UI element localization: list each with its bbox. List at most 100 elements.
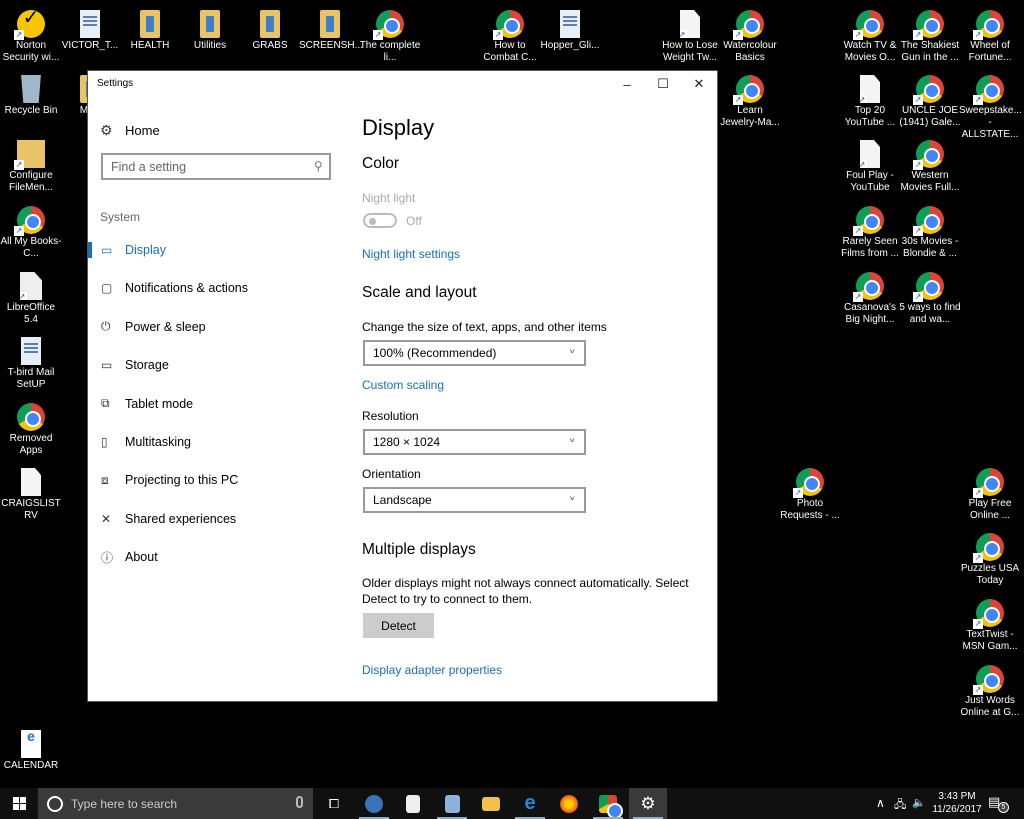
desktop-icon[interactable]: Removed Apps bbox=[0, 398, 62, 457]
display-adapter-link[interactable]: Display adapter properties bbox=[362, 663, 502, 677]
taskbar-app-file-explorer[interactable] bbox=[472, 788, 510, 819]
desktop-icon[interactable]: The Shakiest Gun in the ... bbox=[899, 5, 961, 64]
multiple-displays-heading: Multiple displays bbox=[362, 541, 476, 558]
chrome-icon bbox=[853, 206, 884, 236]
resolution-dropdown[interactable]: 1280 × 1024 ∨ bbox=[363, 429, 586, 455]
chrome-icon bbox=[913, 75, 944, 105]
nav-item-power-sleep[interactable]: ⏻ Power & sleep bbox=[88, 308, 348, 346]
about-icon: ⓘ bbox=[101, 550, 114, 565]
desktop-icon[interactable]: LibreOffice 5.4 bbox=[0, 267, 62, 326]
doc2-icon bbox=[560, 10, 580, 38]
desktop-icon[interactable]: T-bird Mail SetUP bbox=[0, 332, 62, 391]
desktop-icon-label: Just Words Online at G... bbox=[960, 695, 1020, 718]
orientation-dropdown[interactable]: Landscape ∨ bbox=[363, 487, 586, 513]
clock[interactable]: 3:43 PM 11/26/2017 bbox=[928, 790, 986, 816]
norton-icon bbox=[14, 10, 45, 40]
desktop-icon[interactable]: Watch TV & Movies O... bbox=[839, 5, 901, 64]
nav-item-label: Tablet mode bbox=[125, 396, 194, 411]
desktop-icon[interactable]: HEALTH bbox=[119, 5, 181, 52]
minimize-button[interactable]: – bbox=[609, 71, 645, 97]
close-button[interactable]: ✕ bbox=[681, 71, 717, 97]
desktop-icon[interactable]: VICTOR_T... bbox=[59, 5, 121, 52]
nav-item-projecting-to-this-pc[interactable]: ⧈ Projecting to this PC bbox=[88, 461, 348, 499]
desktop-icon[interactable]: Watercolour Basics bbox=[719, 5, 781, 64]
folder-icon bbox=[260, 10, 280, 38]
network-icon[interactable]: 🖧 bbox=[894, 796, 906, 815]
nav-item-about[interactable]: ⓘ About bbox=[88, 538, 348, 576]
desktop-icon[interactable]: Rarely Seen Films from ... bbox=[839, 201, 901, 260]
desktop-icon[interactable]: 5 ways to find and wa... bbox=[899, 267, 961, 326]
orientation-value: Landscape bbox=[373, 493, 432, 507]
nav-item-tablet-mode[interactable]: ⧉ Tablet mode bbox=[88, 385, 348, 423]
nav-item-label: Shared experiences bbox=[125, 511, 237, 526]
desktop-icon[interactable]: How to Lose Weight Tw... bbox=[659, 5, 721, 64]
custom-scaling-link[interactable]: Custom scaling bbox=[362, 378, 444, 392]
desktop-icon[interactable]: TextTwist - MSN Gam... bbox=[959, 594, 1021, 653]
projecting-icon: ⧈ bbox=[101, 472, 109, 487]
desktop-icon[interactable]: Top 20 YouTube ... bbox=[839, 70, 901, 129]
search-icon: ⚲ bbox=[314, 159, 323, 173]
taskbar-app-thunderbird[interactable] bbox=[355, 788, 393, 819]
desktop-icon-label: Foul Play - YouTube bbox=[846, 170, 894, 193]
desktop-icon[interactable]: Norton Security wi... bbox=[0, 5, 62, 64]
nav-item-multitasking[interactable]: ▯ Multitasking bbox=[88, 423, 348, 461]
desktop-icon[interactable]: Learn Jewelry-Ma... bbox=[719, 70, 781, 129]
taskbar-app-libreoffice[interactable] bbox=[394, 788, 432, 819]
nav-item-storage[interactable]: ▭ Storage bbox=[88, 346, 348, 384]
desktop-icon[interactable]: Puzzles USA Today bbox=[959, 528, 1021, 587]
desktop-icon[interactable]: All My Books- C... bbox=[0, 201, 62, 260]
chrome-icon bbox=[17, 403, 45, 431]
title-bar[interactable]: Settings – ☐ ✕ bbox=[88, 71, 717, 97]
task-view-button[interactable]: ⧠ bbox=[315, 788, 353, 819]
home-link[interactable]: ⚙ Home bbox=[100, 122, 160, 139]
nav-item-notifications-actions[interactable]: ▢ Notifications & actions bbox=[88, 269, 348, 307]
desktop-icon[interactable]: Utilities bbox=[179, 5, 241, 52]
desktop-icon[interactable]: Wheel of Fortune... bbox=[959, 5, 1021, 64]
chevron-down-icon: ∨ bbox=[568, 437, 576, 444]
desktop-icon[interactable]: The complete li... bbox=[359, 5, 421, 64]
desktop-icon[interactable]: GRABS bbox=[239, 5, 301, 52]
desktop-icon[interactable]: Photo Requests - ... bbox=[779, 463, 841, 522]
taskbar-app-chrome[interactable] bbox=[589, 788, 627, 819]
multitasking-icon: ▯ bbox=[101, 435, 108, 449]
taskbar-app-edge[interactable]: e bbox=[511, 788, 549, 819]
desktop-icon[interactable]: Sweepstake... - ALLSTATE... bbox=[959, 70, 1022, 141]
start-button[interactable] bbox=[0, 788, 38, 819]
windows-logo-icon bbox=[12, 797, 26, 810]
night-light-settings-link[interactable]: Night light settings bbox=[362, 247, 460, 261]
taskbar-search[interactable]: Type here to search bbox=[38, 788, 313, 819]
page-title: Display bbox=[362, 115, 435, 140]
desktop-icon[interactable]: Recycle Bin bbox=[0, 70, 62, 117]
volume-icon[interactable]: 🔈 bbox=[912, 796, 926, 809]
taskbar-app-document[interactable] bbox=[433, 788, 471, 819]
desktop-icon[interactable]: SCREENSH... bbox=[299, 5, 363, 52]
taskbar-app-firefox[interactable] bbox=[550, 788, 588, 819]
desktop-icon[interactable]: CALENDAR bbox=[0, 725, 62, 772]
nav-item-display[interactable]: ▭ Display bbox=[88, 231, 348, 269]
show-hidden-icons-chevron[interactable]: ∧ bbox=[876, 796, 885, 810]
desktop-icon[interactable]: UNCLE JOE (1941) Gale... bbox=[899, 70, 961, 129]
desktop-icon[interactable]: Foul Play - YouTube bbox=[839, 135, 901, 194]
desktop-icon[interactable]: Configure FileMen... bbox=[0, 135, 62, 194]
desktop-icon[interactable]: Play Free Online ... bbox=[959, 463, 1021, 522]
night-light-toggle[interactable] bbox=[363, 213, 397, 228]
find-setting-input[interactable]: Find a setting ⚲ bbox=[101, 153, 331, 180]
scale-dropdown[interactable]: 100% (Recommended) ∨ bbox=[363, 340, 586, 366]
maximize-button[interactable]: ☐ bbox=[645, 71, 681, 97]
libreoffice-icon bbox=[406, 794, 420, 813]
desktop-icon[interactable]: Just Words Online at G... bbox=[959, 660, 1021, 719]
desktop-icon-label: Wheel of Fortune... bbox=[968, 40, 1012, 63]
desktop-icon[interactable]: CRAIGSLIST RV bbox=[0, 463, 62, 522]
desktop-icon-label: T-bird Mail SetUP bbox=[7, 367, 55, 390]
resolution-label: Resolution bbox=[362, 409, 419, 423]
chrome-icon bbox=[733, 75, 764, 105]
desktop-icon[interactable]: Hopper_Gli... bbox=[539, 5, 601, 52]
desktop-icon[interactable]: 30s Movies - Blondie & ... bbox=[899, 201, 961, 260]
detect-button[interactable]: Detect bbox=[363, 613, 434, 638]
desktop-icon[interactable]: How to Combat C... bbox=[479, 5, 541, 64]
microphone-icon[interactable] bbox=[296, 796, 303, 808]
desktop-icon[interactable]: Western Movies Full... bbox=[899, 135, 961, 194]
desktop-icon[interactable]: Casanova's Big Night... bbox=[839, 267, 901, 326]
nav-item-shared-experiences[interactable]: ✕ Shared experiences bbox=[88, 500, 348, 538]
taskbar-app-settings[interactable]: ⚙ bbox=[629, 788, 667, 819]
